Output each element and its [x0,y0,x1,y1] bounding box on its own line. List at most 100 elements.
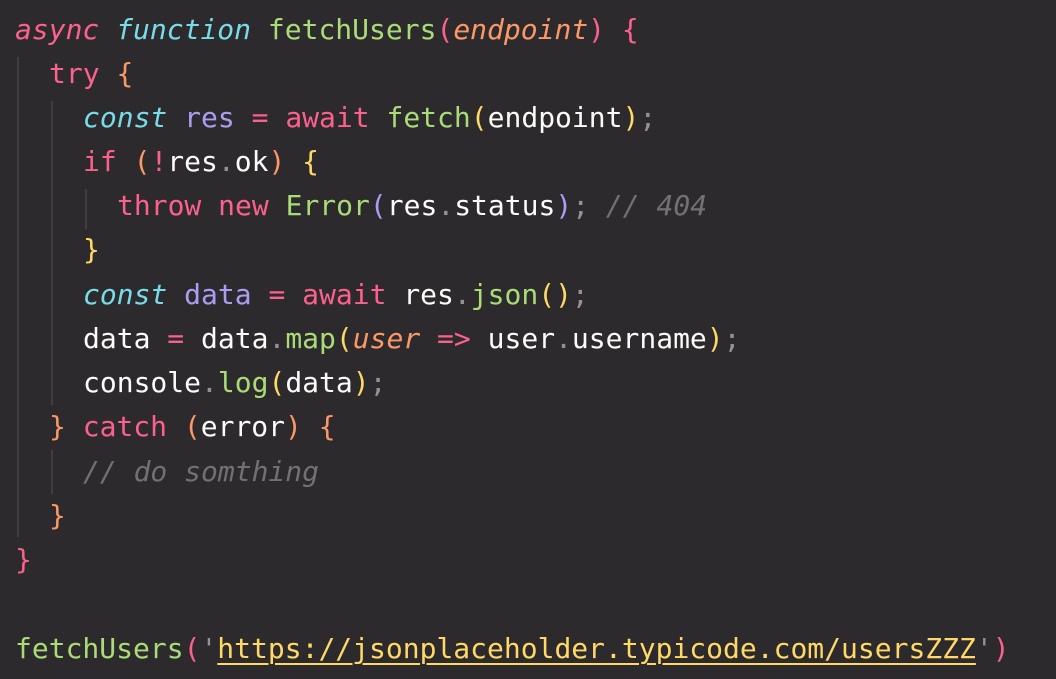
token: . [217,145,235,178]
token: user [352,322,421,355]
token: ' [200,632,218,665]
indent-guide [51,450,53,494]
token: user [487,322,556,355]
token: . [453,278,471,311]
token: ok [234,145,269,178]
token: ( [538,278,556,311]
token: try [49,57,100,90]
token: { [116,57,134,90]
token: ) [992,632,1010,665]
token: ( [268,366,286,399]
token: { [318,410,336,443]
token: ) [622,101,640,134]
token: { [621,13,639,46]
token: } [49,499,66,532]
token: throw [117,189,202,222]
token: ) [555,278,572,311]
code-editor[interactable]: async function fetchUsers(endpoint) { tr… [0,0,1056,679]
token: ( [470,101,488,134]
token: ( [369,189,387,222]
token: res [386,189,438,222]
code-line-1[interactable]: async function fetchUsers(endpoint) { [15,8,639,52]
code-line-12[interactable]: } [49,494,66,538]
token: = [268,278,286,311]
token: catch [82,410,168,443]
token: ) [588,13,606,46]
code-line-2[interactable]: try { [49,52,133,96]
code-line-4[interactable]: if (!res.ok) { [83,140,319,184]
token: = [167,322,185,355]
token: error [200,410,286,443]
token: fetchUsers [15,632,184,665]
token: log [217,366,269,399]
url-string[interactable]: https://jsonplaceholder.typicode.com/use… [217,632,976,665]
token: async [15,13,100,46]
token: } [83,233,100,266]
code-line-9[interactable]: console.log(data); [83,361,386,405]
indent-guide [51,101,53,405]
token: } [49,410,66,443]
code-line-7[interactable]: const data = await res.json(); [83,273,589,317]
token: map [285,322,336,355]
token: ; [369,366,387,399]
code-line-8[interactable]: data = data.map(user => user.username); [83,317,741,361]
token: ; [571,278,589,311]
token: res [184,101,235,134]
code-comment: // 404 [605,189,708,222]
token: ) [555,189,573,222]
token: data [201,322,269,355]
token: data [285,366,353,399]
token: ( [183,410,201,443]
token: . [268,322,286,355]
token: . [437,189,455,222]
token: const [83,278,168,311]
code-comment: // do somthing [83,455,320,488]
code-line-11[interactable]: // do somthing [83,450,319,494]
token: res [403,278,454,311]
token: ) [706,322,724,355]
token: endpoint [487,101,623,134]
token: ; [572,189,590,222]
token: => [437,322,471,355]
code-line-6[interactable]: } [83,228,100,272]
token: await [285,101,370,134]
token: ' [975,632,993,665]
code-line-13[interactable]: } [15,538,32,582]
code-line-5[interactable]: throw new Error(res.status); // 404 [117,184,707,228]
code-line-15[interactable]: fetchUsers('https://jsonplaceholder.typi… [15,627,1010,671]
token: data [83,322,151,355]
token: res [167,145,218,178]
token: = [251,101,269,134]
token: fetch [386,101,471,134]
code-line-10[interactable]: } catch (error) { [49,405,336,449]
token: { [302,145,320,178]
indent-guide [85,189,87,229]
token: new [218,189,269,222]
token: status [454,189,556,222]
token: endpoint [453,13,589,46]
token: ( [183,632,201,665]
code-line-3[interactable]: const res = await fetch(endpoint); [83,96,656,140]
token: ) [268,145,286,178]
token: const [83,101,168,134]
